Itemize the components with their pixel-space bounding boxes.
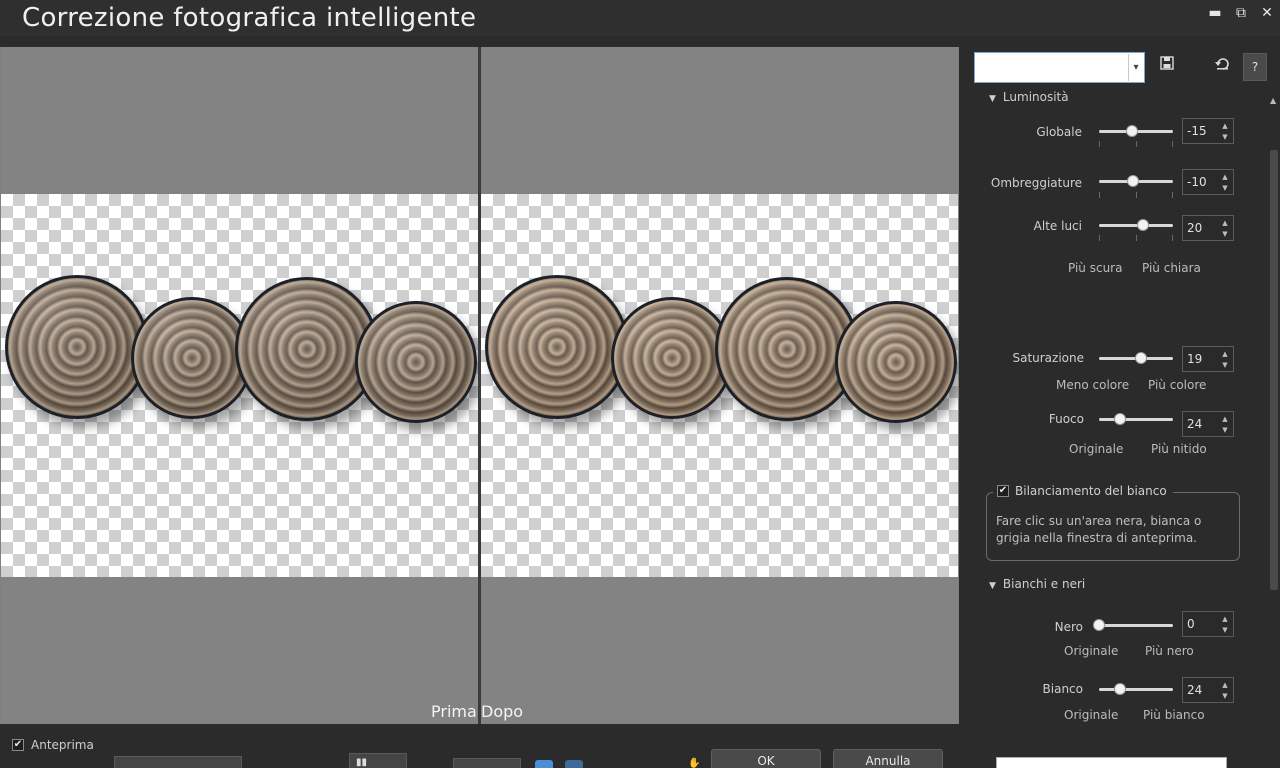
spin-down-icon[interactable]: ▼ <box>1220 361 1230 369</box>
annulla-button[interactable]: Annulla <box>833 749 943 768</box>
globale-slider[interactable] <box>1099 125 1173 139</box>
spin-up-icon[interactable]: ▲ <box>1220 615 1230 623</box>
ok-button[interactable]: OK <box>711 749 821 768</box>
spin-up-icon[interactable]: ▲ <box>1220 415 1230 423</box>
image-disc <box>355 301 477 423</box>
luminosita-header[interactable]: ▼ Luminosità <box>989 90 1069 104</box>
slider-ticks <box>1099 192 1173 198</box>
saturazione-spinbox[interactable]: 19 ▲ ▼ <box>1182 346 1234 372</box>
bianco-slider[interactable] <box>1099 683 1173 697</box>
slider-ticks <box>1099 141 1173 147</box>
spin-up-icon[interactable]: ▲ <box>1220 350 1230 358</box>
title-bar: Correzione fotografica intelligente ▬ ⧉ … <box>0 0 1280 36</box>
piu-chiara-hint: Più chiara <box>1142 261 1201 275</box>
slider-knob[interactable] <box>1127 175 1140 187</box>
restore-button[interactable]: ⧉ <box>1230 4 1252 22</box>
collapse-triangle-icon[interactable]: ▼ <box>989 581 996 591</box>
after-label: Dopo <box>481 702 524 721</box>
split-view-icon: ▮▮ <box>356 757 368 768</box>
info-field <box>996 757 1227 768</box>
alte-luci-label: Alte luci <box>1033 219 1082 233</box>
preview-area[interactable] <box>0 47 959 724</box>
ombreggiature-spinbox[interactable]: -10 ▲ ▼ <box>1182 169 1234 195</box>
spin-down-icon[interactable]: ▼ <box>1220 133 1230 141</box>
before-label: Prima <box>431 702 477 721</box>
saturazione-label: Saturazione <box>1012 351 1084 365</box>
fuoco-spinbox[interactable]: 24 ▲ ▼ <box>1182 411 1234 437</box>
scroll-up-icon[interactable]: ▲ <box>1270 96 1276 105</box>
before-preview-pane[interactable] <box>1 47 478 724</box>
spin-down-icon[interactable]: ▼ <box>1220 692 1230 700</box>
originale-hint: Originale <box>1064 708 1119 722</box>
bianco-label: Bianco <box>1042 682 1083 696</box>
slider-knob[interactable] <box>1135 352 1148 364</box>
nero-slider[interactable] <box>1093 619 1173 633</box>
slider-knob[interactable] <box>1093 619 1105 631</box>
reset-icon[interactable] <box>1212 56 1234 78</box>
white-balance-label[interactable]: Bilanciamento del bianco <box>1015 484 1167 498</box>
image-disc <box>485 275 629 419</box>
after-preview-pane[interactable] <box>481 47 958 724</box>
image-disc <box>5 275 149 419</box>
bianco-spinbox[interactable]: 24 ▲ ▼ <box>1182 677 1234 703</box>
piu-nero-hint: Più nero <box>1145 644 1194 658</box>
window-title: Correzione fotografica intelligente <box>22 3 477 33</box>
ombreggiature-label: Ombreggiature <box>990 176 1082 190</box>
meno-colore-hint: Meno colore <box>1056 378 1130 392</box>
slider-knob[interactable] <box>1125 125 1138 137</box>
anteprima-label[interactable]: Anteprima <box>31 738 94 752</box>
spin-down-icon[interactable]: ▼ <box>1220 230 1230 238</box>
white-balance-legend: ✔ Bilanciamento del bianco <box>993 482 1173 500</box>
close-button[interactable]: ✕ <box>1256 4 1278 22</box>
originale-hint: Originale <box>1064 644 1119 658</box>
chevron-down-icon[interactable]: ▾ <box>1128 54 1143 81</box>
spin-down-icon[interactable]: ▼ <box>1220 626 1230 634</box>
help-button[interactable]: ? <box>1243 53 1267 81</box>
slider-ticks <box>1099 235 1173 241</box>
nero-label: Nero <box>1054 620 1083 634</box>
slider-knob[interactable] <box>1113 683 1126 695</box>
bianchi-neri-header[interactable]: ▼ Bianchi e neri <box>989 577 1085 591</box>
spin-up-icon[interactable]: ▲ <box>1220 219 1230 227</box>
layout-toggle-button[interactable]: ▮▮ <box>349 753 407 768</box>
slider-knob[interactable] <box>1113 413 1126 425</box>
white-balance-description: Fare clic su un'area nera, bianca o grig… <box>996 514 1202 545</box>
image-disc <box>835 301 957 423</box>
saturazione-slider[interactable] <box>1099 352 1173 366</box>
originale-hint: Originale <box>1069 442 1124 456</box>
piu-bianco-hint: Più bianco <box>1143 708 1205 722</box>
anteprima-toggle[interactable]: ✔ Anteprima <box>12 738 94 752</box>
alte-luci-spinbox[interactable]: 20 ▲ ▼ <box>1182 215 1234 241</box>
piu-colore-hint: Più colore <box>1148 378 1207 392</box>
scrollbar-thumb[interactable] <box>1270 150 1278 590</box>
zoom-field[interactable] <box>453 758 521 768</box>
spin-up-icon[interactable]: ▲ <box>1220 122 1230 130</box>
spin-down-icon[interactable]: ▼ <box>1220 184 1230 192</box>
nero-spinbox[interactable]: 0 ▲ ▼ <box>1182 611 1234 637</box>
fuoco-slider[interactable] <box>1099 413 1173 427</box>
globale-spinbox[interactable]: -15 ▲ ▼ <box>1182 118 1234 144</box>
anteprima-checkbox[interactable]: ✔ <box>12 739 24 751</box>
fuoco-label: Fuoco <box>1048 412 1084 426</box>
preset-dropdown[interactable]: ▾ <box>974 52 1145 83</box>
globale-label: Globale <box>1036 125 1082 139</box>
pan-hand-icon[interactable]: ✋ <box>688 758 700 768</box>
piu-nitido-hint: Più nitido <box>1151 442 1207 456</box>
alte-luci-slider[interactable] <box>1099 219 1173 233</box>
blue-tool-button[interactable] <box>565 760 583 768</box>
spin-down-icon[interactable]: ▼ <box>1220 426 1230 434</box>
spin-up-icon[interactable]: ▲ <box>1220 681 1230 689</box>
slider-knob[interactable] <box>1136 219 1149 231</box>
ombreggiature-slider[interactable] <box>1099 175 1173 189</box>
cut-off-button[interactable] <box>114 756 242 768</box>
collapse-triangle-icon[interactable]: ▼ <box>989 94 996 104</box>
piu-scura-hint: Più scura <box>1068 261 1123 275</box>
minimize-button[interactable]: ▬ <box>1204 4 1226 22</box>
white-balance-checkbox[interactable]: ✔ <box>997 485 1009 497</box>
spin-up-icon[interactable]: ▲ <box>1220 173 1230 181</box>
blue-tool-button[interactable] <box>535 760 553 768</box>
save-preset-icon[interactable] <box>1156 56 1178 78</box>
